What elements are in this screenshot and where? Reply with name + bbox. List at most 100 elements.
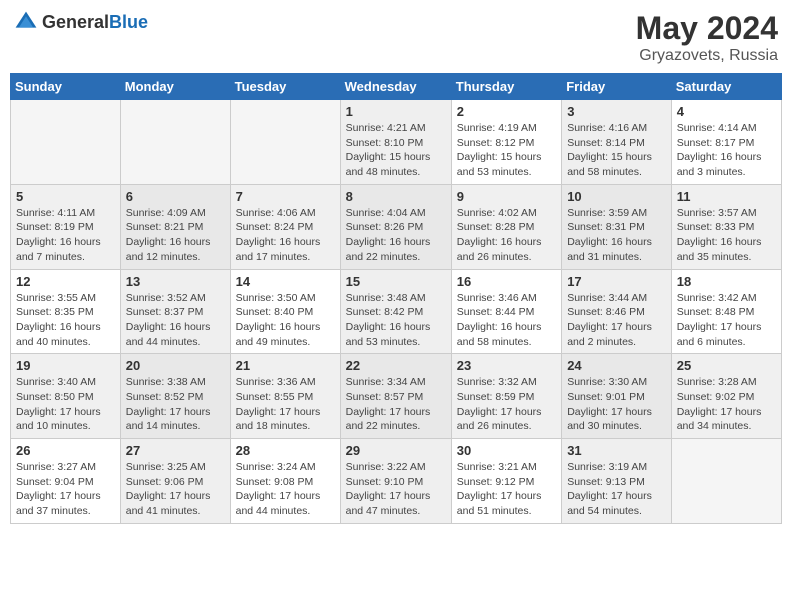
calendar-cell: 22Sunrise: 3:34 AM Sunset: 8:57 PM Dayli…: [340, 354, 451, 439]
day-number: 24: [567, 358, 666, 373]
day-info: Sunrise: 3:19 AM Sunset: 9:13 PM Dayligh…: [567, 460, 666, 519]
calendar-cell: 30 Sunrise: 3:21 AM Sunset: 9:12 PM Dayli…: [451, 439, 561, 524]
calendar-week-row: 19 Sunrise: 3:40 AM Sunset: 8:50 PM Dayli…: [11, 354, 782, 439]
day-info: Sunrise: 3:22 AM Sunset: 9:10 PM Dayligh…: [346, 460, 446, 519]
weekday-header: Thursday: [451, 74, 561, 100]
calendar-cell: 1 Sunrise: 4:21 AM Sunset: 8:10 PM Daylig…: [340, 100, 451, 185]
calendar-cell: [671, 439, 781, 524]
calendar-cell: 20Sunrise: 3:38 AM Sunset: 8:52 PM Dayli…: [120, 354, 230, 439]
day-number: 4: [677, 104, 776, 119]
day-number: 14: [236, 274, 335, 289]
day-number: 6: [126, 189, 225, 204]
calendar-cell: 23 Sunrise: 3:32 AM Sunset: 8:59 PM Dayli…: [451, 354, 561, 439]
weekday-header: Saturday: [671, 74, 781, 100]
calendar-cell: 15 Sunrise: 3:48 AM Sunset: 8:42 PM Dayli…: [340, 269, 451, 354]
day-number: 13: [126, 274, 225, 289]
day-number: 11: [677, 189, 776, 204]
day-number: 31: [567, 443, 666, 458]
calendar-cell: 24 Sunrise: 3:30 AM Sunset: 9:01 PM Dayli…: [562, 354, 672, 439]
calendar-cell: 19 Sunrise: 3:40 AM Sunset: 8:50 PM Dayli…: [11, 354, 121, 439]
calendar-cell: 18Sunrise: 3:42 AM Sunset: 8:48 PM Dayli…: [671, 269, 781, 354]
weekday-header: Wednesday: [340, 74, 451, 100]
page-header: GeneralBlue May 2024 Gryazovets, Russia: [10, 10, 782, 65]
day-info: Sunrise: 3:27 AM Sunset: 9:04 PM Dayligh…: [16, 460, 115, 519]
day-number: 5: [16, 189, 115, 204]
calendar-cell: 9Sunrise: 4:02 AM Sunset: 8:28 PM Daylig…: [451, 184, 561, 269]
day-number: 30: [457, 443, 556, 458]
calendar-cell: 14 Sunrise: 3:50 AM Sunset: 8:40 PM Dayli…: [230, 269, 340, 354]
day-info: Sunrise: 3:55 AM Sunset: 8:35 PM Dayligh…: [16, 291, 115, 350]
day-info: Sunrise: 3:50 AM Sunset: 8:40 PM Dayligh…: [236, 291, 335, 350]
calendar-cell: 13 Sunrise: 3:52 AM Sunset: 8:37 PM Dayli…: [120, 269, 230, 354]
calendar-cell: 29 Sunrise: 3:22 AM Sunset: 9:10 PM Dayli…: [340, 439, 451, 524]
calendar-cell: 12 Sunrise: 3:55 AM Sunset: 8:35 PM Dayli…: [11, 269, 121, 354]
calendar-table: SundayMondayTuesdayWednesdayThursdayFrid…: [10, 73, 782, 524]
day-info: Sunrise: 4:14 AM Sunset: 8:17 PM Dayligh…: [677, 121, 776, 180]
day-info: Sunrise: 3:28 AM Sunset: 9:02 PM Dayligh…: [677, 375, 776, 434]
calendar-cell: 5Sunrise: 4:11 AM Sunset: 8:19 PM Daylig…: [11, 184, 121, 269]
weekday-header: Monday: [120, 74, 230, 100]
day-number: 21: [236, 358, 335, 373]
logo-icon: [14, 10, 38, 34]
day-info: Sunrise: 4:21 AM Sunset: 8:10 PM Dayligh…: [346, 121, 446, 180]
day-number: 18: [677, 274, 776, 289]
calendar-cell: 27 Sunrise: 3:25 AM Sunset: 9:06 PM Dayli…: [120, 439, 230, 524]
day-info: Sunrise: 4:02 AM Sunset: 8:28 PM Dayligh…: [457, 206, 556, 265]
day-info: Sunrise: 3:40 AM Sunset: 8:50 PM Dayligh…: [16, 375, 115, 434]
subtitle: Gryazovets, Russia: [636, 47, 778, 65]
day-info: Sunrise: 3:24 AM Sunset: 9:08 PM Dayligh…: [236, 460, 335, 519]
day-number: 2: [457, 104, 556, 119]
day-info: Sunrise: 3:48 AM Sunset: 8:42 PM Dayligh…: [346, 291, 446, 350]
day-info: Sunrise: 4:19 AM Sunset: 8:12 PM Dayligh…: [457, 121, 556, 180]
day-info: Sunrise: 3:44 AM Sunset: 8:46 PM Dayligh…: [567, 291, 666, 350]
day-number: 28: [236, 443, 335, 458]
day-info: Sunrise: 3:21 AM Sunset: 9:12 PM Dayligh…: [457, 460, 556, 519]
day-number: 15: [346, 274, 446, 289]
calendar-header-row: SundayMondayTuesdayWednesdayThursdayFrid…: [11, 74, 782, 100]
calendar-cell: 8 Sunrise: 4:04 AM Sunset: 8:26 PM Daylig…: [340, 184, 451, 269]
day-number: 20: [126, 358, 225, 373]
calendar-cell: 10 Sunrise: 3:59 AM Sunset: 8:31 PM Dayli…: [562, 184, 672, 269]
calendar-cell: 16Sunrise: 3:46 AM Sunset: 8:44 PM Dayli…: [451, 269, 561, 354]
logo-general-text: GeneralBlue: [42, 12, 148, 33]
day-number: 7: [236, 189, 335, 204]
calendar-cell: 28 Sunrise: 3:24 AM Sunset: 9:08 PM Dayli…: [230, 439, 340, 524]
calendar-week-row: 5Sunrise: 4:11 AM Sunset: 8:19 PM Daylig…: [11, 184, 782, 269]
day-number: 19: [16, 358, 115, 373]
day-number: 29: [346, 443, 446, 458]
day-number: 27: [126, 443, 225, 458]
day-info: Sunrise: 3:52 AM Sunset: 8:37 PM Dayligh…: [126, 291, 225, 350]
day-info: Sunrise: 4:09 AM Sunset: 8:21 PM Dayligh…: [126, 206, 225, 265]
weekday-header: Tuesday: [230, 74, 340, 100]
calendar-week-row: 12 Sunrise: 3:55 AM Sunset: 8:35 PM Dayli…: [11, 269, 782, 354]
calendar-cell: 26Sunrise: 3:27 AM Sunset: 9:04 PM Dayli…: [11, 439, 121, 524]
calendar-cell: 7 Sunrise: 4:06 AM Sunset: 8:24 PM Daylig…: [230, 184, 340, 269]
calendar-cell: 4 Sunrise: 4:14 AM Sunset: 8:17 PM Daylig…: [671, 100, 781, 185]
day-number: 3: [567, 104, 666, 119]
day-number: 12: [16, 274, 115, 289]
day-info: Sunrise: 3:25 AM Sunset: 9:06 PM Dayligh…: [126, 460, 225, 519]
day-info: Sunrise: 3:57 AM Sunset: 8:33 PM Dayligh…: [677, 206, 776, 265]
calendar-cell: 6 Sunrise: 4:09 AM Sunset: 8:21 PM Daylig…: [120, 184, 230, 269]
day-info: Sunrise: 4:04 AM Sunset: 8:26 PM Dayligh…: [346, 206, 446, 265]
calendar-cell: [230, 100, 340, 185]
day-number: 25: [677, 358, 776, 373]
logo: GeneralBlue: [14, 10, 148, 34]
calendar-cell: 17 Sunrise: 3:44 AM Sunset: 8:46 PM Dayli…: [562, 269, 672, 354]
calendar-cell: [120, 100, 230, 185]
day-info: Sunrise: 3:36 AM Sunset: 8:55 PM Dayligh…: [236, 375, 335, 434]
day-info: Sunrise: 3:59 AM Sunset: 8:31 PM Dayligh…: [567, 206, 666, 265]
day-info: Sunrise: 4:06 AM Sunset: 8:24 PM Dayligh…: [236, 206, 335, 265]
main-title: May 2024: [636, 10, 778, 47]
calendar-week-row: 26Sunrise: 3:27 AM Sunset: 9:04 PM Dayli…: [11, 439, 782, 524]
day-number: 10: [567, 189, 666, 204]
calendar-week-row: 1 Sunrise: 4:21 AM Sunset: 8:10 PM Daylig…: [11, 100, 782, 185]
day-info: Sunrise: 3:32 AM Sunset: 8:59 PM Dayligh…: [457, 375, 556, 434]
day-info: Sunrise: 3:30 AM Sunset: 9:01 PM Dayligh…: [567, 375, 666, 434]
day-number: 1: [346, 104, 446, 119]
weekday-header: Friday: [562, 74, 672, 100]
day-number: 23: [457, 358, 556, 373]
day-number: 17: [567, 274, 666, 289]
day-number: 8: [346, 189, 446, 204]
calendar-cell: [11, 100, 121, 185]
